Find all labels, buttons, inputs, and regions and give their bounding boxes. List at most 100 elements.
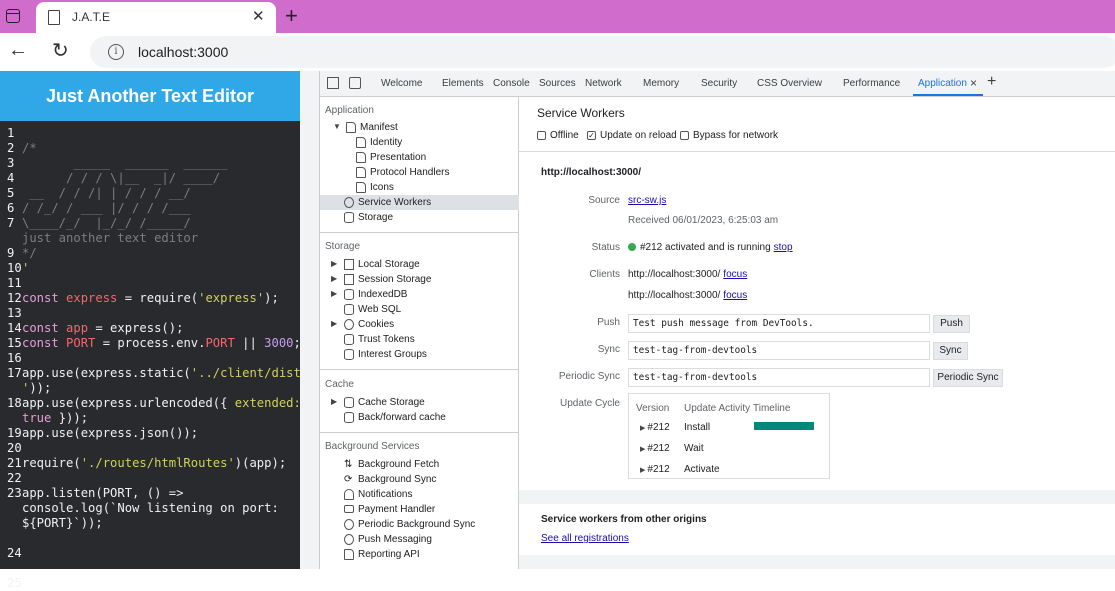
sidebar-item-payment-handler[interactable]: Payment Handler — [344, 504, 435, 515]
code-line[interactable]: 3 _____ ______ ______ — [0, 156, 300, 171]
tab-close-icon[interactable]: ✕ — [252, 7, 265, 25]
expand-arrow-icon[interactable]: ▶ — [640, 467, 645, 474]
line-text[interactable]: console.log(`Now listening on port: — [22, 501, 279, 516]
tab-performance[interactable]: Performance — [843, 78, 900, 89]
code-line[interactable]: console.log(`Now listening on port: — [0, 501, 300, 516]
code-line[interactable]: just another text editor — [0, 231, 300, 246]
collapsed-arrow-icon[interactable]: ▶ — [331, 319, 337, 328]
periodic-sync-button[interactable]: Periodic Sync — [933, 369, 1003, 387]
line-text[interactable]: */ — [22, 246, 37, 261]
code-line[interactable]: 25 — [0, 576, 300, 591]
collapsed-arrow-icon[interactable]: ▶ — [331, 274, 337, 283]
reload-icon[interactable]: ↻ — [52, 38, 69, 63]
sidebar-item-push-messaging[interactable]: Push Messaging — [344, 534, 432, 545]
sidebar-item-presentation[interactable]: Presentation — [356, 152, 426, 163]
line-text[interactable]: app.listen(PORT, () => — [22, 486, 183, 501]
sidebar-item-storage[interactable]: Storage — [344, 212, 393, 223]
code-line[interactable]: 2 /* — [0, 141, 300, 156]
expand-arrow-icon[interactable]: ▶ — [640, 446, 645, 453]
sidebar-item-service-workers[interactable]: Service Workers — [344, 197, 431, 208]
source-link[interactable]: src-sw.js — [628, 195, 666, 206]
sync-input[interactable]: test-tag-from-devtools — [628, 341, 930, 360]
inspect-element-icon[interactable] — [327, 77, 339, 89]
stop-link[interactable]: stop — [774, 242, 793, 253]
code-line[interactable]: 16 — [0, 351, 300, 366]
sidebar-item-background-fetch[interactable]: ⇅ Background Fetch — [344, 459, 439, 470]
code-line[interactable]: 18 app.use(express.urlencoded({ extended: — [0, 396, 301, 411]
sidebar-item-reporting-api[interactable]: Reporting API — [344, 549, 420, 560]
sidebar-item-back-forward-cache[interactable]: Back/forward cache — [344, 412, 446, 423]
address-bar[interactable]: i localhost:3000 — [90, 36, 1115, 68]
tab-network[interactable]: Network — [585, 78, 622, 89]
line-text[interactable]: app.use(express.static('../client/dist — [22, 366, 301, 381]
info-icon[interactable]: i — [108, 44, 124, 60]
code-line[interactable] — [0, 531, 300, 546]
checkbox-box[interactable] — [680, 130, 689, 140]
new-tab-icon[interactable]: + — [285, 3, 298, 29]
code-line[interactable]: ')); — [0, 381, 300, 396]
collapsed-arrow-icon[interactable]: ▶ — [331, 259, 337, 268]
table-row[interactable]: ▶ #212 — [640, 443, 670, 454]
sidebar-item-notifications[interactable]: Notifications — [344, 489, 412, 500]
code-line[interactable]: 14 const app = express(); — [0, 321, 300, 336]
code-line[interactable]: 9 */ — [0, 246, 300, 261]
line-text[interactable]: const PORT = process.env.PORT || 3000; — [22, 336, 301, 351]
code-line[interactable]: 11 — [0, 276, 300, 291]
line-text[interactable]: const app = express(); — [22, 321, 183, 336]
sync-button[interactable]: Sync — [933, 342, 968, 360]
line-text[interactable]: const express = require('express'); — [22, 291, 279, 306]
line-text[interactable]: ')); — [22, 381, 51, 396]
code-line[interactable]: 20 — [0, 441, 300, 456]
code-line[interactable]: 22 — [0, 471, 300, 486]
line-text[interactable]: just another text editor — [22, 231, 198, 246]
periodic-sync-input[interactable]: test-tag-from-devtools — [628, 368, 930, 387]
sidebar-item-icons[interactable]: Icons — [356, 182, 394, 193]
code-line[interactable]: 21 require('./routes/htmlRoutes')(app); — [0, 456, 300, 471]
code-line[interactable]: 19 app.use(express.json()); — [0, 426, 300, 441]
expand-arrow-icon[interactable]: ▶ — [640, 425, 645, 432]
line-text[interactable]: / /_/ / ___ |/ / / /___ — [22, 201, 191, 216]
line-text[interactable]: app.use(express.urlencoded({ extended: — [22, 396, 301, 411]
line-text[interactable]: app.use(express.json()); — [22, 426, 198, 441]
tab-welcome[interactable]: Welcome — [381, 78, 423, 89]
offline-checkbox[interactable]: Offline — [537, 130, 579, 141]
line-text[interactable]: __ / / /| | / / / __/ — [22, 186, 190, 201]
back-icon[interactable]: ← — [8, 39, 28, 62]
sidebar-item-indexeddb[interactable]: ▶ IndexedDB — [331, 289, 407, 300]
push-button[interactable]: Push — [933, 315, 970, 333]
sidebar-item-local-storage[interactable]: ▶ Local Storage — [331, 259, 420, 270]
sidebar-item-session-storage[interactable]: ▶ Session Storage — [331, 274, 431, 285]
line-text[interactable]: _____ ______ ______ — [22, 156, 227, 171]
tab-sources[interactable]: Sources — [539, 78, 576, 89]
code-line[interactable]: true })); — [0, 411, 300, 426]
collapsed-arrow-icon[interactable]: ▶ — [331, 397, 337, 406]
line-text[interactable]: \____/_/ |_/_/ /_____/ — [22, 216, 191, 231]
line-text[interactable]: require('./routes/htmlRoutes')(app); — [22, 456, 286, 471]
collapsed-arrow-icon[interactable]: ▶ — [331, 289, 337, 298]
code-line[interactable]: 5 __ / / /| | / / / __/ — [0, 186, 300, 201]
line-text[interactable]: true })); — [22, 411, 88, 426]
update-on-reload-checkbox[interactable]: ✓ Update on reload — [587, 130, 677, 141]
add-tab-icon[interactable]: + — [987, 73, 996, 91]
sidebar-item-protocol-handlers[interactable]: Protocol Handlers — [356, 167, 449, 178]
code-line[interactable]: 4 / / / \|__ _|/ ____/ — [0, 171, 300, 186]
tab-application[interactable]: Application — [918, 78, 967, 89]
browser-tab[interactable]: J.A.T.E ✕ — [36, 2, 276, 33]
line-text[interactable]: ${PORT}`)); — [22, 516, 103, 531]
sidebar-item-cache-storage[interactable]: ▶ Cache Storage — [331, 397, 425, 408]
line-text[interactable]: /* — [22, 141, 37, 156]
code-line[interactable]: 17 app.use(express.static('../client/dist — [0, 366, 301, 381]
text-editor[interactable]: Just Another Text Editor 1 2/* 3 _____ ___… — [0, 71, 301, 590]
tab-memory[interactable]: Memory — [643, 78, 679, 89]
code-line[interactable]: 23 app.listen(PORT, () => — [0, 486, 300, 501]
code-line[interactable]: 6 / /_/ / ___ |/ / / /___ — [0, 201, 300, 216]
see-all-registrations-link[interactable]: See all registrations — [541, 533, 629, 544]
code-line[interactable]: ${PORT}`)); — [0, 516, 300, 531]
sidebar-item-identity[interactable]: Identity — [356, 137, 402, 148]
checkmark-icon[interactable]: ✓ — [587, 130, 596, 140]
line-text[interactable]: / / / \|__ _|/ ____/ — [22, 171, 220, 186]
bypass-for-network-checkbox[interactable]: Bypass for network — [680, 130, 778, 141]
devtools-splitter[interactable] — [300, 71, 320, 569]
table-row[interactable]: ▶ #212 — [640, 464, 670, 475]
table-row[interactable]: ▶ #212 — [640, 422, 670, 433]
